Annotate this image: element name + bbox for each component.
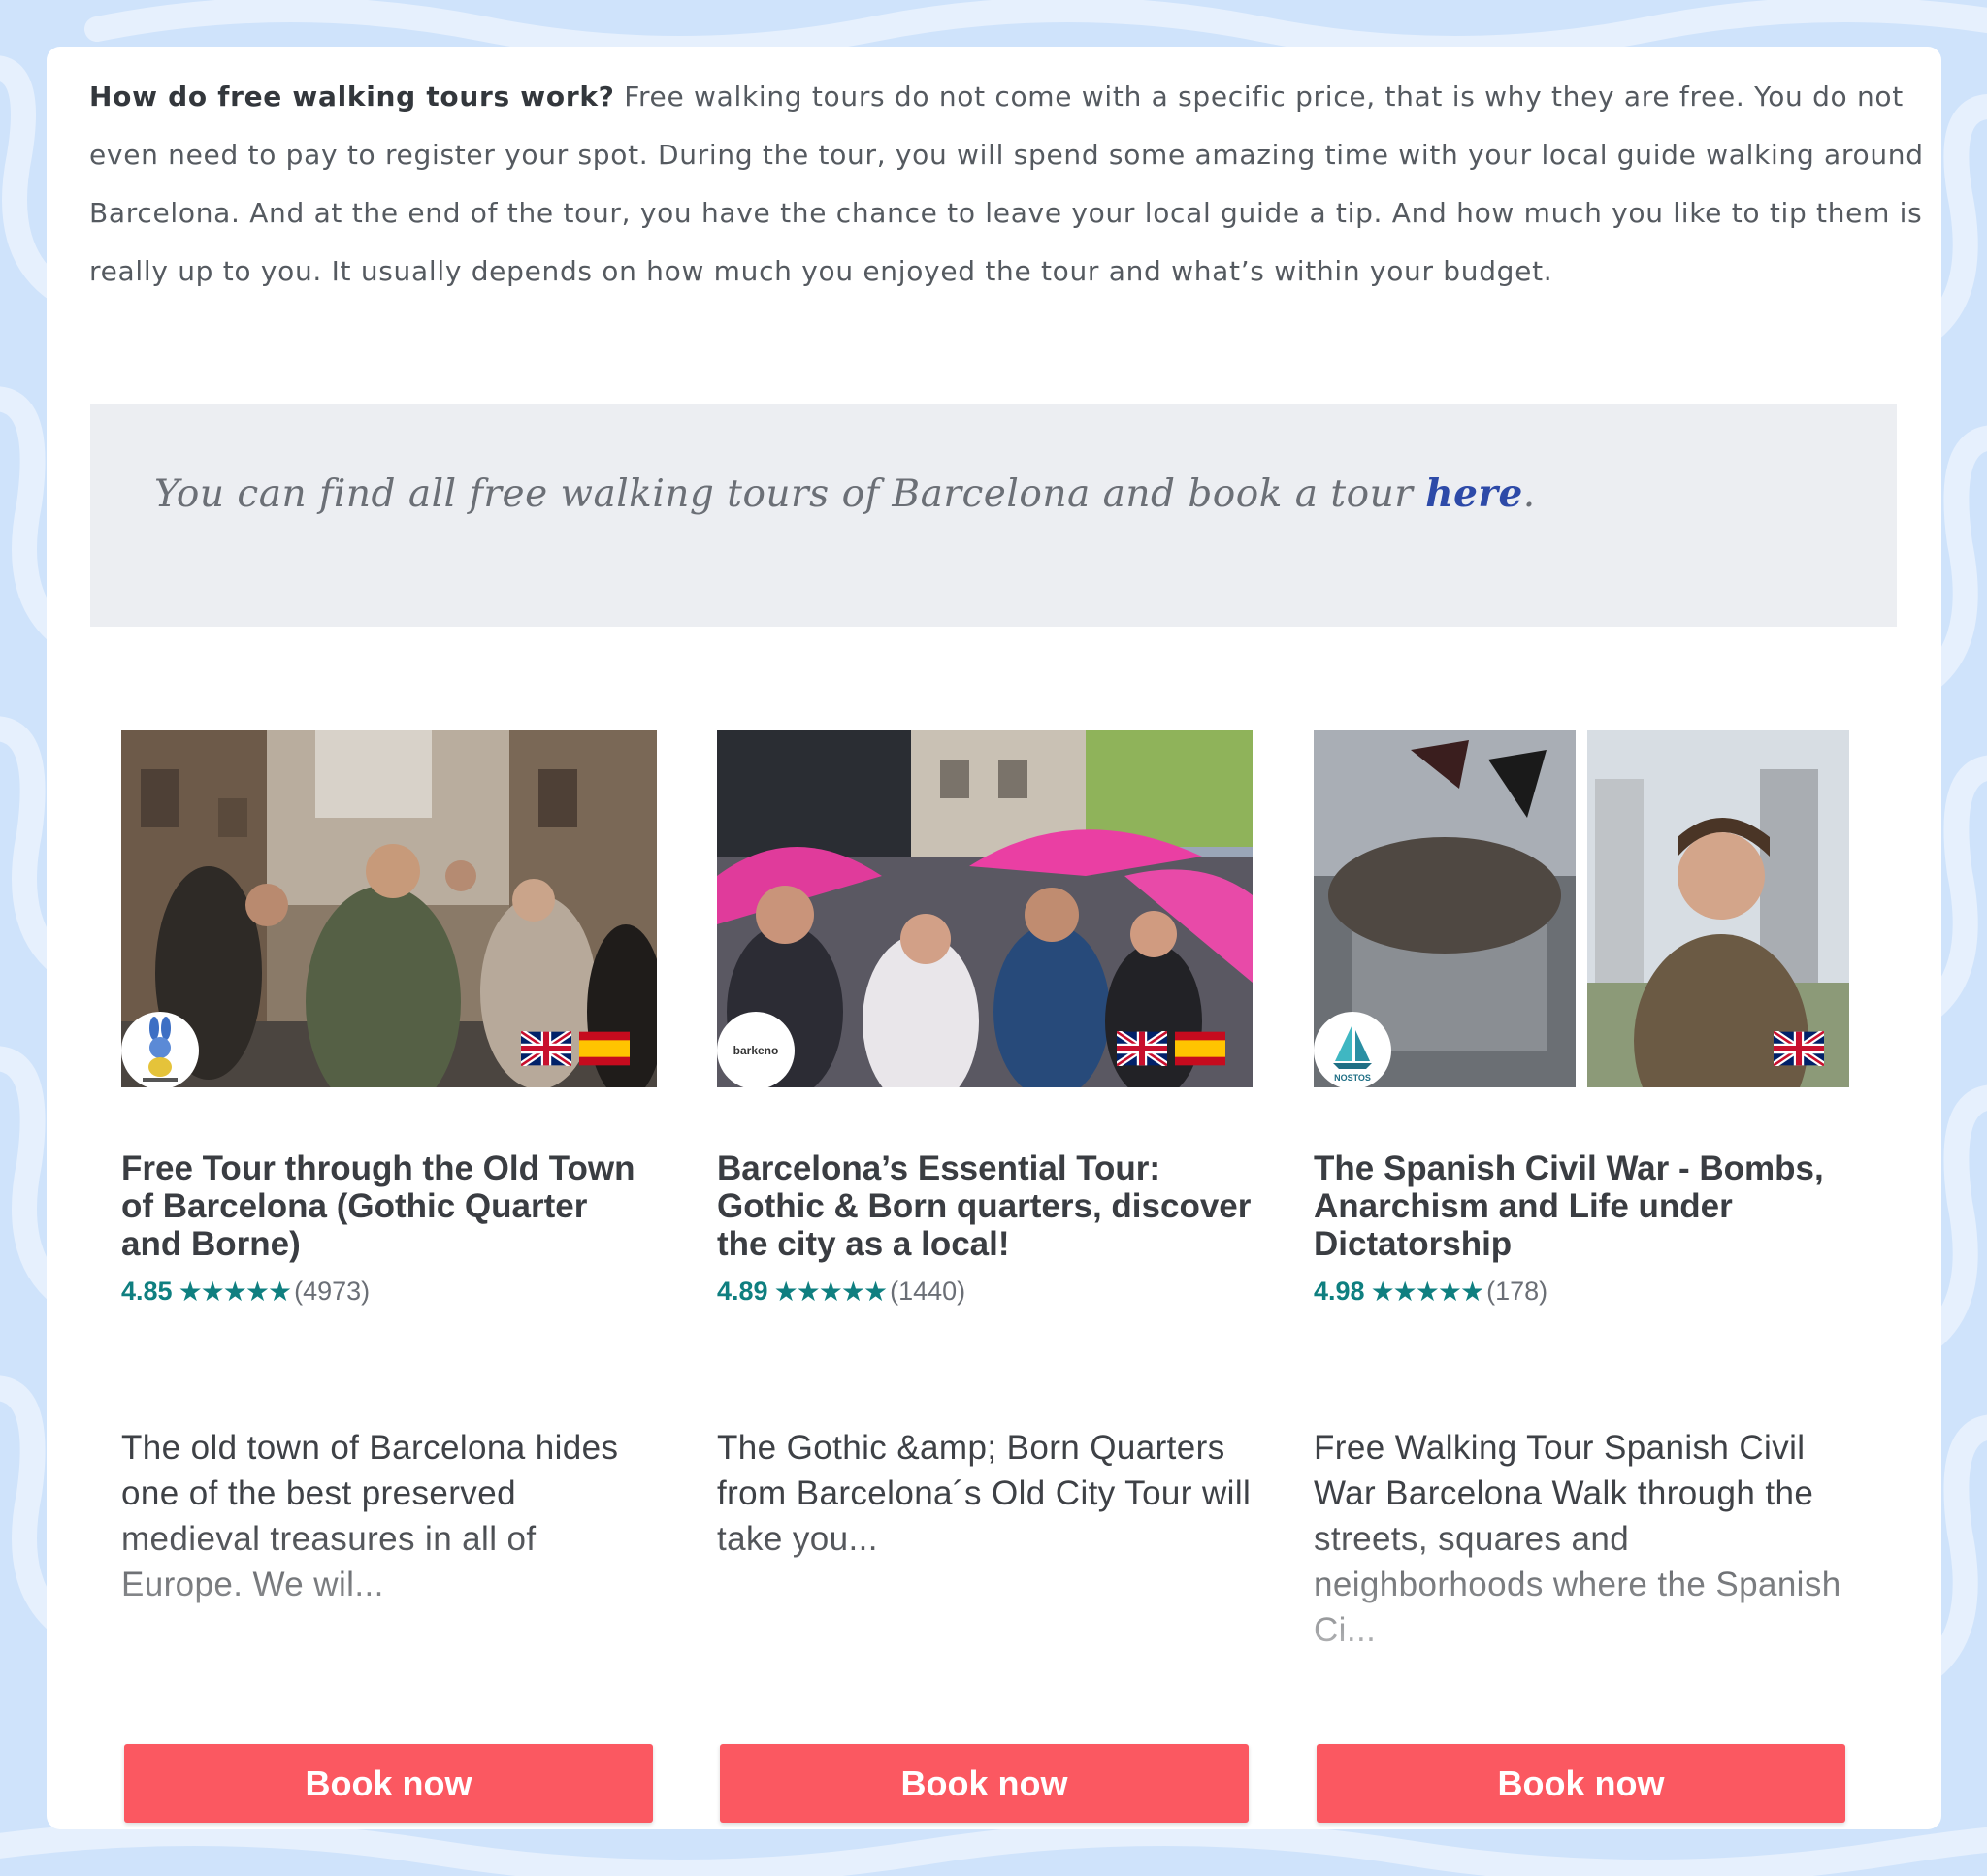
tour-title[interactable]: Free Tour through the Old Town of Barcel… xyxy=(121,1149,657,1263)
civil-war-photo xyxy=(1314,730,1849,1087)
book-now-button[interactable]: Book now xyxy=(720,1744,1249,1823)
language-flags xyxy=(521,1031,630,1066)
rating-score: 4.85 xyxy=(121,1277,173,1306)
nostos-logo-text: NOSTOS xyxy=(1334,1073,1371,1083)
star-icon: ★★★★★ xyxy=(1370,1277,1485,1307)
rating-score: 4.98 xyxy=(1314,1277,1365,1306)
sailboat-logo-icon: NOSTOS xyxy=(1333,1024,1372,1083)
tour-title[interactable]: The Spanish Civil War - Bombs, Anarchism… xyxy=(1314,1149,1849,1263)
tour-card[interactable]: Free Tour through the Old Town of Barcel… xyxy=(121,730,657,1827)
review-count: (1440) xyxy=(890,1277,966,1306)
intro-question: How do free walking tours work? xyxy=(89,81,615,113)
uk-flag-icon xyxy=(1774,1031,1824,1066)
tour-card[interactable]: barkeno Barcelona’s Essential Tour: Goth… xyxy=(717,730,1253,1827)
language-flags xyxy=(1117,1031,1225,1066)
tour-operator-logo xyxy=(121,1012,199,1089)
review-count: (178) xyxy=(1486,1277,1548,1306)
tour-rating: 4.85 ★★★★★ (4973) xyxy=(121,1276,370,1308)
here-link[interactable]: here xyxy=(1425,471,1523,516)
tour-photo[interactable] xyxy=(1314,730,1849,1087)
uk-flag-icon xyxy=(521,1031,571,1066)
spain-flag-icon xyxy=(579,1031,630,1066)
star-icon: ★★★★★ xyxy=(178,1277,293,1307)
tour-title[interactable]: Barcelona’s Essential Tour: Gothic & Bor… xyxy=(717,1149,1253,1263)
spain-flag-icon xyxy=(1175,1031,1225,1066)
book-now-button[interactable]: Book now xyxy=(1317,1744,1845,1823)
intro-paragraph: How do free walking tours work? Free wal… xyxy=(89,68,1933,301)
rating-score: 4.89 xyxy=(717,1277,768,1306)
review-count: (4973) xyxy=(294,1277,371,1306)
tour-rating: 4.89 ★★★★★ (1440) xyxy=(717,1276,965,1308)
callout-box: You can find all free walking tours of B… xyxy=(90,404,1897,627)
callout-end: . xyxy=(1522,472,1536,516)
barkeno-logo: barkeno xyxy=(733,1044,779,1057)
tour-description: The old town of Barcelona hides one of t… xyxy=(121,1429,619,1603)
uk-flag-icon xyxy=(1117,1031,1167,1066)
star-icon: ★★★★★ xyxy=(773,1277,889,1307)
book-now-button[interactable]: Book now xyxy=(124,1744,653,1823)
tour-description: Free Walking Tour Spanish Civil War Barc… xyxy=(1314,1429,1841,1649)
tour-rating: 4.98 ★★★★★ (178) xyxy=(1314,1276,1547,1308)
tour-card[interactable]: NOSTOS The Spanish Civil War - Bombs, An… xyxy=(1314,730,1849,1827)
tour-operator-logo: NOSTOS xyxy=(1314,1012,1391,1089)
language-flags xyxy=(1774,1031,1824,1066)
tour-description: The Gothic &amp; Born Quarters from Barc… xyxy=(717,1429,1252,1558)
content-card: How do free walking tours work? Free wal… xyxy=(47,47,1941,1829)
callout-sentence: You can find all free walking tours of B… xyxy=(154,472,1426,516)
bunny-logo-icon xyxy=(143,1017,178,1082)
callout-text: You can find all free walking tours of B… xyxy=(154,471,1536,516)
tour-operator-logo: barkeno xyxy=(717,1012,795,1089)
